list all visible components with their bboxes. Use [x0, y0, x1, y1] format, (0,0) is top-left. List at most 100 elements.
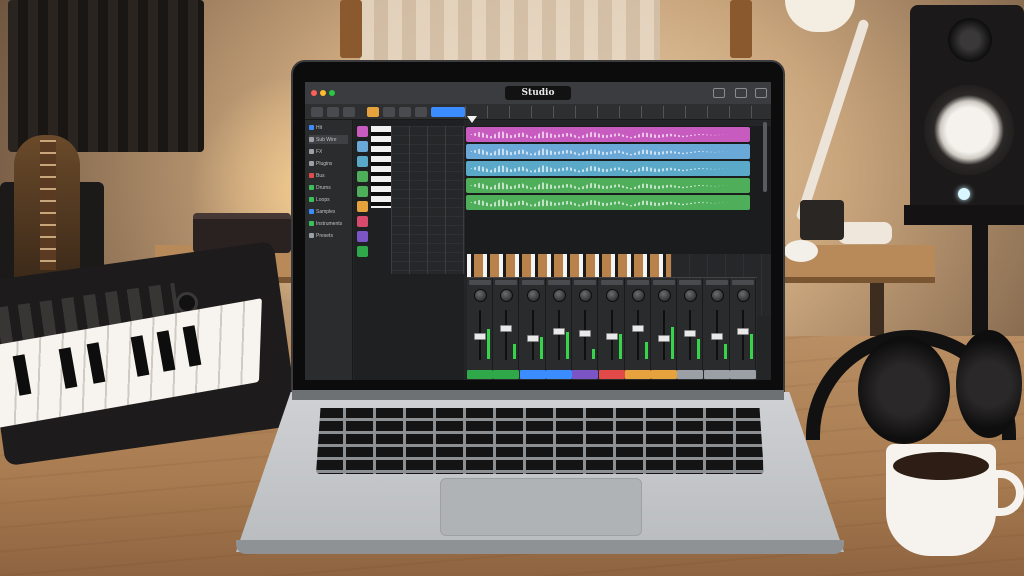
browser-item[interactable]: Plugins: [309, 159, 348, 168]
layout-button[interactable]: [735, 88, 747, 98]
pencil-tool-icon[interactable]: [399, 107, 411, 117]
snap-mode-button[interactable]: [431, 107, 465, 117]
level-meter: [644, 341, 648, 359]
zoom-window-button[interactable]: [329, 90, 335, 96]
volume-fader[interactable]: [684, 330, 697, 337]
arrangement-area[interactable]: [465, 126, 771, 316]
browser-item[interactable]: Drums: [309, 183, 348, 192]
audio-clip[interactable]: [466, 161, 750, 176]
pan-knob[interactable]: [500, 289, 514, 302]
pan-knob[interactable]: [552, 289, 566, 302]
back-icon[interactable]: [311, 107, 323, 117]
browser-item[interactable]: Sub Wire: [309, 135, 348, 144]
waveform-icon[interactable]: [357, 186, 368, 197]
channel-header[interactable]: [653, 280, 676, 285]
channel-header[interactable]: [679, 280, 702, 285]
timeline-ruler[interactable]: [465, 106, 771, 118]
title-bar: Studio: [305, 82, 771, 104]
pan-knob[interactable]: [526, 289, 540, 302]
channel-header[interactable]: [495, 280, 518, 285]
channel-color-strip[interactable]: [467, 370, 493, 379]
scissors-tool-icon[interactable]: [415, 107, 427, 117]
channel-header[interactable]: [469, 280, 491, 285]
piano-icon[interactable]: [357, 246, 368, 257]
pan-knob[interactable]: [631, 289, 645, 302]
channel-header[interactable]: [626, 280, 649, 285]
pan-knob[interactable]: [658, 289, 672, 302]
audio-clip[interactable]: [466, 178, 750, 193]
waveform-icon[interactable]: [357, 156, 368, 167]
audio-clip[interactable]: [466, 127, 750, 142]
headphones-right-cup: [956, 330, 1022, 438]
desk-lamp-head: [785, 0, 855, 32]
channel-color-strip[interactable]: [651, 370, 678, 379]
piano-roll-grid[interactable]: [391, 126, 465, 274]
refresh-icon[interactable]: [343, 107, 355, 117]
volume-fader[interactable]: [500, 325, 513, 332]
piano-icon[interactable]: [357, 201, 368, 212]
channel-header[interactable]: [574, 280, 597, 285]
channel-header[interactable]: [600, 280, 623, 285]
record-tool-icon[interactable]: [367, 107, 379, 117]
volume-fader[interactable]: [658, 335, 671, 342]
pan-knob[interactable]: [579, 289, 593, 302]
playhead-icon[interactable]: [467, 116, 477, 123]
browser-item[interactable]: Hit: [309, 123, 348, 132]
minimize-window-button[interactable]: [320, 90, 326, 96]
pan-knob[interactable]: [684, 289, 698, 302]
browser-item[interactable]: Instruments: [309, 219, 348, 228]
audio-clip[interactable]: [466, 144, 750, 159]
volume-fader[interactable]: [631, 325, 644, 332]
pan-knob[interactable]: [710, 289, 724, 302]
close-window-button[interactable]: [311, 90, 317, 96]
browser-item[interactable]: Loops: [309, 195, 348, 204]
channel-header[interactable]: [547, 280, 570, 285]
volume-fader[interactable]: [579, 330, 592, 337]
pointer-tool-icon[interactable]: [383, 107, 395, 117]
volume-fader[interactable]: [526, 335, 539, 342]
channel-color-strip[interactable]: [624, 370, 651, 379]
audio-clip[interactable]: [466, 195, 750, 210]
item-icon: [309, 197, 314, 202]
volume-fader[interactable]: [737, 327, 749, 335]
piano-icon[interactable]: [357, 231, 368, 242]
piano-icon[interactable]: [357, 216, 368, 227]
channel-color-strip[interactable]: [598, 370, 625, 379]
desk-lamp-base: [838, 222, 892, 244]
fader-track: [636, 310, 639, 360]
channel-header[interactable]: [705, 280, 728, 285]
volume-fader[interactable]: [474, 332, 486, 340]
channel-color-strip[interactable]: [493, 370, 520, 379]
mixer-channel: [624, 278, 651, 380]
vertical-scrollbar[interactable]: [763, 122, 767, 192]
waveform-icon[interactable]: [357, 126, 368, 137]
pan-knob[interactable]: [605, 289, 619, 302]
waveform-icon[interactable]: [357, 141, 368, 152]
channel-header[interactable]: [521, 280, 544, 285]
monitor-tweeter: [948, 18, 992, 62]
volume-fader[interactable]: [552, 327, 565, 335]
level-meter: [671, 326, 675, 359]
channel-color-strip[interactable]: [677, 370, 704, 379]
pan-knob[interactable]: [737, 289, 750, 302]
trackpad[interactable]: [440, 478, 642, 536]
library-button[interactable]: [755, 88, 767, 98]
channel-color-strip[interactable]: [545, 370, 572, 379]
volume-fader[interactable]: [710, 332, 723, 340]
channel-color-strip[interactable]: [730, 370, 756, 379]
channel-color-strip[interactable]: [572, 370, 599, 379]
browser-item[interactable]: FX: [309, 147, 348, 156]
channel-color-strip[interactable]: [703, 370, 730, 379]
channel-header[interactable]: [732, 280, 754, 285]
forward-icon[interactable]: [327, 107, 339, 117]
volume-fader[interactable]: [605, 332, 618, 340]
browser-item[interactable]: Presets: [309, 231, 348, 240]
channel-color-strip[interactable]: [519, 370, 546, 379]
view-toggle-button[interactable]: [713, 88, 725, 98]
browser-item[interactable]: Bus: [309, 171, 348, 180]
laptop-keyboard[interactable]: [316, 408, 764, 474]
pan-knob[interactable]: [474, 289, 487, 302]
waveform-icon[interactable]: [357, 171, 368, 182]
piano-roll-keys[interactable]: [371, 126, 391, 208]
browser-item[interactable]: Samples: [309, 207, 348, 216]
